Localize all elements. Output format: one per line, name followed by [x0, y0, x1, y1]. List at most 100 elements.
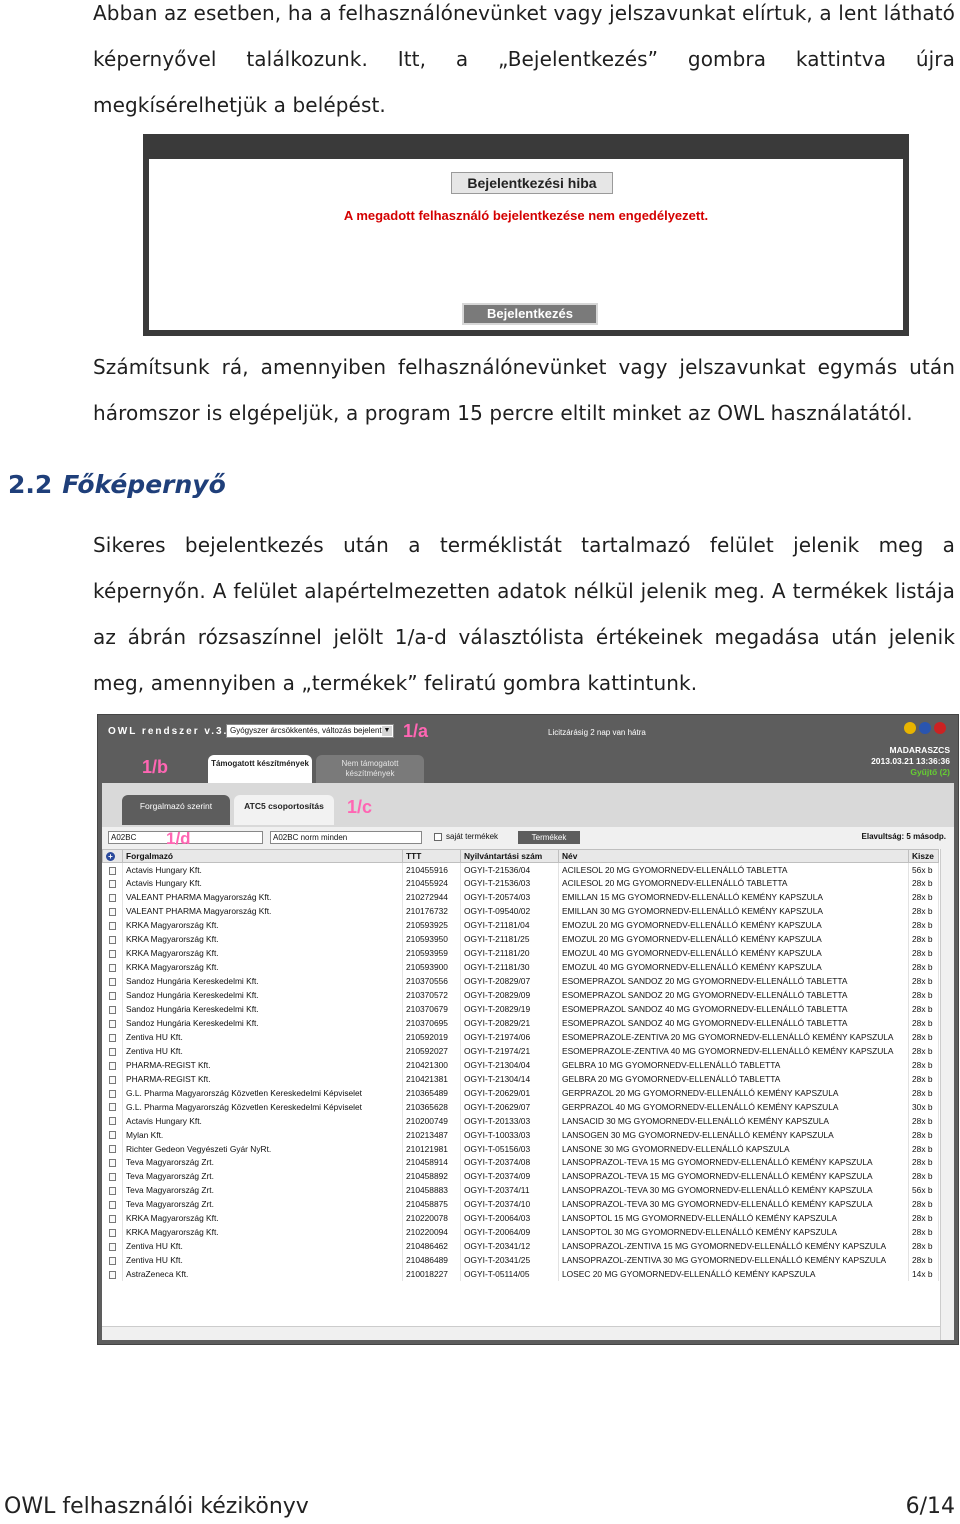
row-icon-cell[interactable] [102, 960, 123, 975]
document-edit-icon[interactable] [108, 1061, 116, 1070]
add-icon[interactable]: + [106, 852, 115, 861]
document-edit-icon[interactable] [108, 1159, 116, 1168]
row-icon-cell[interactable] [102, 1169, 123, 1184]
document-edit-icon[interactable] [108, 1005, 116, 1014]
document-edit-icon[interactable] [108, 1201, 116, 1210]
document-edit-icon[interactable] [108, 1229, 116, 1238]
table-row[interactable]: Actavis Hungary Kft. 210455924 OGYI-T-2153… [102, 876, 939, 891]
horizontal-scrollbar[interactable] [102, 1326, 940, 1340]
row-icon-cell[interactable] [102, 1183, 123, 1198]
col-kiszereles[interactable]: Kisze [908, 849, 939, 863]
document-edit-icon[interactable] [108, 1019, 116, 1028]
row-icon-cell[interactable] [102, 1085, 123, 1100]
row-icon-cell[interactable] [102, 1155, 123, 1170]
document-edit-icon[interactable] [108, 1117, 116, 1126]
document-edit-icon[interactable] [108, 1047, 116, 1056]
row-icon-cell[interactable] [102, 876, 123, 891]
table-row[interactable]: KRKA Magyarország Kft. 210220078 OGYI-T-20… [102, 1211, 939, 1226]
table-row[interactable]: PHARMA-REGIST Kft. 210421381 OGYI-T-21304/… [102, 1071, 939, 1086]
table-row[interactable]: Zentiva HU Kft. 210486462 OGYI-T-20341/12 L… [102, 1239, 939, 1254]
row-icon-cell[interactable] [102, 932, 123, 947]
row-icon-cell[interactable] [102, 918, 123, 933]
products-button[interactable]: Termékek [518, 831, 580, 844]
table-row[interactable]: Teva Magyarország Zrt. 210458892 OGYI-T-20… [102, 1169, 939, 1184]
table-row[interactable]: Teva Magyarország Zrt. 210458914 OGYI-T-20… [102, 1155, 939, 1170]
document-edit-icon[interactable] [108, 1242, 116, 1251]
col-nev[interactable]: Név [558, 849, 909, 863]
row-icon-cell[interactable] [102, 1127, 123, 1142]
row-icon-cell[interactable] [102, 1071, 123, 1086]
row-icon-cell[interactable] [102, 1002, 123, 1016]
document-edit-icon[interactable] [108, 936, 116, 945]
table-row[interactable]: Actavis Hungary Kft. 210455916 OGYI-T-2153… [102, 862, 939, 877]
tab-atc5[interactable]: ATC5 csoportosítás [234, 795, 334, 825]
table-row[interactable]: AstraZeneca Kft. 210018227 OGYI-T-05114/05… [102, 1267, 939, 1282]
tab-distributor[interactable]: Forgalmazó szerint [122, 795, 230, 825]
close-icon[interactable] [934, 722, 946, 734]
row-icon-cell[interactable] [102, 974, 123, 989]
tab-unsupported[interactable]: Nem támogatott készítmények [316, 755, 424, 783]
document-edit-icon[interactable] [108, 963, 116, 972]
table-row[interactable]: Zentiva HU Kft. 210592027 OGYI-T-21974/21 E… [102, 1043, 939, 1058]
table-row[interactable]: KRKA Magyarország Kft. 210593950 OGYI-T-21… [102, 932, 939, 947]
table-row[interactable]: KRKA Magyarország Kft. 210593925 OGYI-T-21… [102, 918, 939, 933]
row-icon-cell[interactable] [102, 1239, 123, 1254]
row-icon-cell[interactable] [102, 1267, 123, 1282]
function-select[interactable]: Gyógyszer árcsökkentés, változás bejelen… [226, 724, 394, 738]
document-edit-icon[interactable] [108, 922, 116, 931]
table-row[interactable]: Zentiva HU Kft. 210486489 OGYI-T-20341/25 L… [102, 1253, 939, 1268]
key-icon[interactable] [904, 722, 916, 734]
row-icon-cell[interactable] [102, 1043, 123, 1058]
row-icon-cell[interactable] [102, 1225, 123, 1240]
gyujto-link[interactable]: Gyűjtő (2) [871, 767, 950, 778]
table-row[interactable]: KRKA Magyarország Kft. 210593900 OGYI-T-21… [102, 960, 939, 975]
help-icon[interactable] [919, 722, 931, 734]
col-nyilvantartasi-szam[interactable]: Nyilvántartási szám [460, 849, 559, 863]
table-row[interactable]: KRKA Magyarország Kft. 210220094 OGYI-T-20… [102, 1225, 939, 1240]
document-edit-icon[interactable] [108, 1033, 116, 1042]
table-row[interactable]: Sandoz Hungária Kereskedelmi Kft. 2103706… [102, 1002, 939, 1016]
document-edit-icon[interactable] [108, 1089, 116, 1098]
table-row[interactable]: Richter Gedeon Vegyészeti Gyár NyRt. 2101… [102, 1141, 939, 1156]
table-row[interactable]: Zentiva HU Kft. 210592019 OGYI-T-21974/06 E… [102, 1029, 939, 1044]
row-icon-cell[interactable] [102, 904, 123, 919]
document-edit-icon[interactable] [108, 1215, 116, 1224]
document-edit-icon[interactable] [108, 991, 116, 1000]
document-edit-icon[interactable] [108, 908, 116, 917]
row-icon-cell[interactable] [102, 1197, 123, 1212]
row-icon-cell[interactable] [102, 1253, 123, 1268]
row-icon-cell[interactable] [102, 890, 123, 905]
vertical-scrollbar[interactable] [940, 849, 954, 1340]
document-edit-icon[interactable] [108, 977, 116, 986]
document-edit-icon[interactable] [108, 1256, 116, 1265]
table-row[interactable]: G.L. Pharma Magyarország Közvetlen Keres… [102, 1085, 939, 1100]
document-edit-icon[interactable] [108, 1187, 116, 1196]
table-row[interactable]: Teva Magyarország Zrt. 210458883 OGYI-T-20… [102, 1183, 939, 1198]
row-icon-cell[interactable] [102, 1015, 123, 1030]
document-edit-icon[interactable] [108, 949, 116, 958]
table-row[interactable]: Mylan Kft. 210213487 OGYI-T-10033/03 LANSOG… [102, 1127, 939, 1142]
document-edit-icon[interactable] [108, 894, 116, 903]
table-row[interactable]: Sandoz Hungária Kereskedelmi Kft. 2103706… [102, 1015, 939, 1030]
document-edit-icon[interactable] [108, 1103, 116, 1112]
chevron-down-icon[interactable]: ▼ [382, 726, 392, 736]
table-row[interactable]: Actavis Hungary Kft. 210200749 OGYI-T-2013… [102, 1113, 939, 1128]
col-forgalmazo[interactable]: Forgalmazó [122, 849, 403, 863]
row-icon-cell[interactable] [102, 1029, 123, 1044]
own-products-checkbox[interactable] [434, 833, 442, 841]
document-edit-icon[interactable] [108, 1145, 116, 1154]
row-icon-cell[interactable] [102, 1099, 123, 1114]
row-icon-cell[interactable] [102, 1141, 123, 1156]
login-button[interactable]: Bejelentkezés [462, 303, 598, 325]
row-icon-cell[interactable] [102, 988, 123, 1003]
document-edit-icon[interactable] [108, 866, 116, 875]
table-row[interactable]: VALEANT PHARMA Magyarország Kft. 21017673… [102, 904, 939, 919]
row-icon-cell[interactable] [102, 1113, 123, 1128]
table-row[interactable]: Sandoz Hungária Kereskedelmi Kft. 2103705… [102, 974, 939, 989]
table-row[interactable]: PHARMA-REGIST Kft. 210421300 OGYI-T-21304/… [102, 1057, 939, 1072]
document-edit-icon[interactable] [108, 1173, 116, 1182]
add-column[interactable]: + [102, 849, 123, 863]
tab-supported[interactable]: Támogatott készítmények [208, 755, 312, 783]
table-row[interactable]: KRKA Magyarország Kft. 210593959 OGYI-T-21… [102, 946, 939, 961]
row-icon-cell[interactable] [102, 946, 123, 961]
